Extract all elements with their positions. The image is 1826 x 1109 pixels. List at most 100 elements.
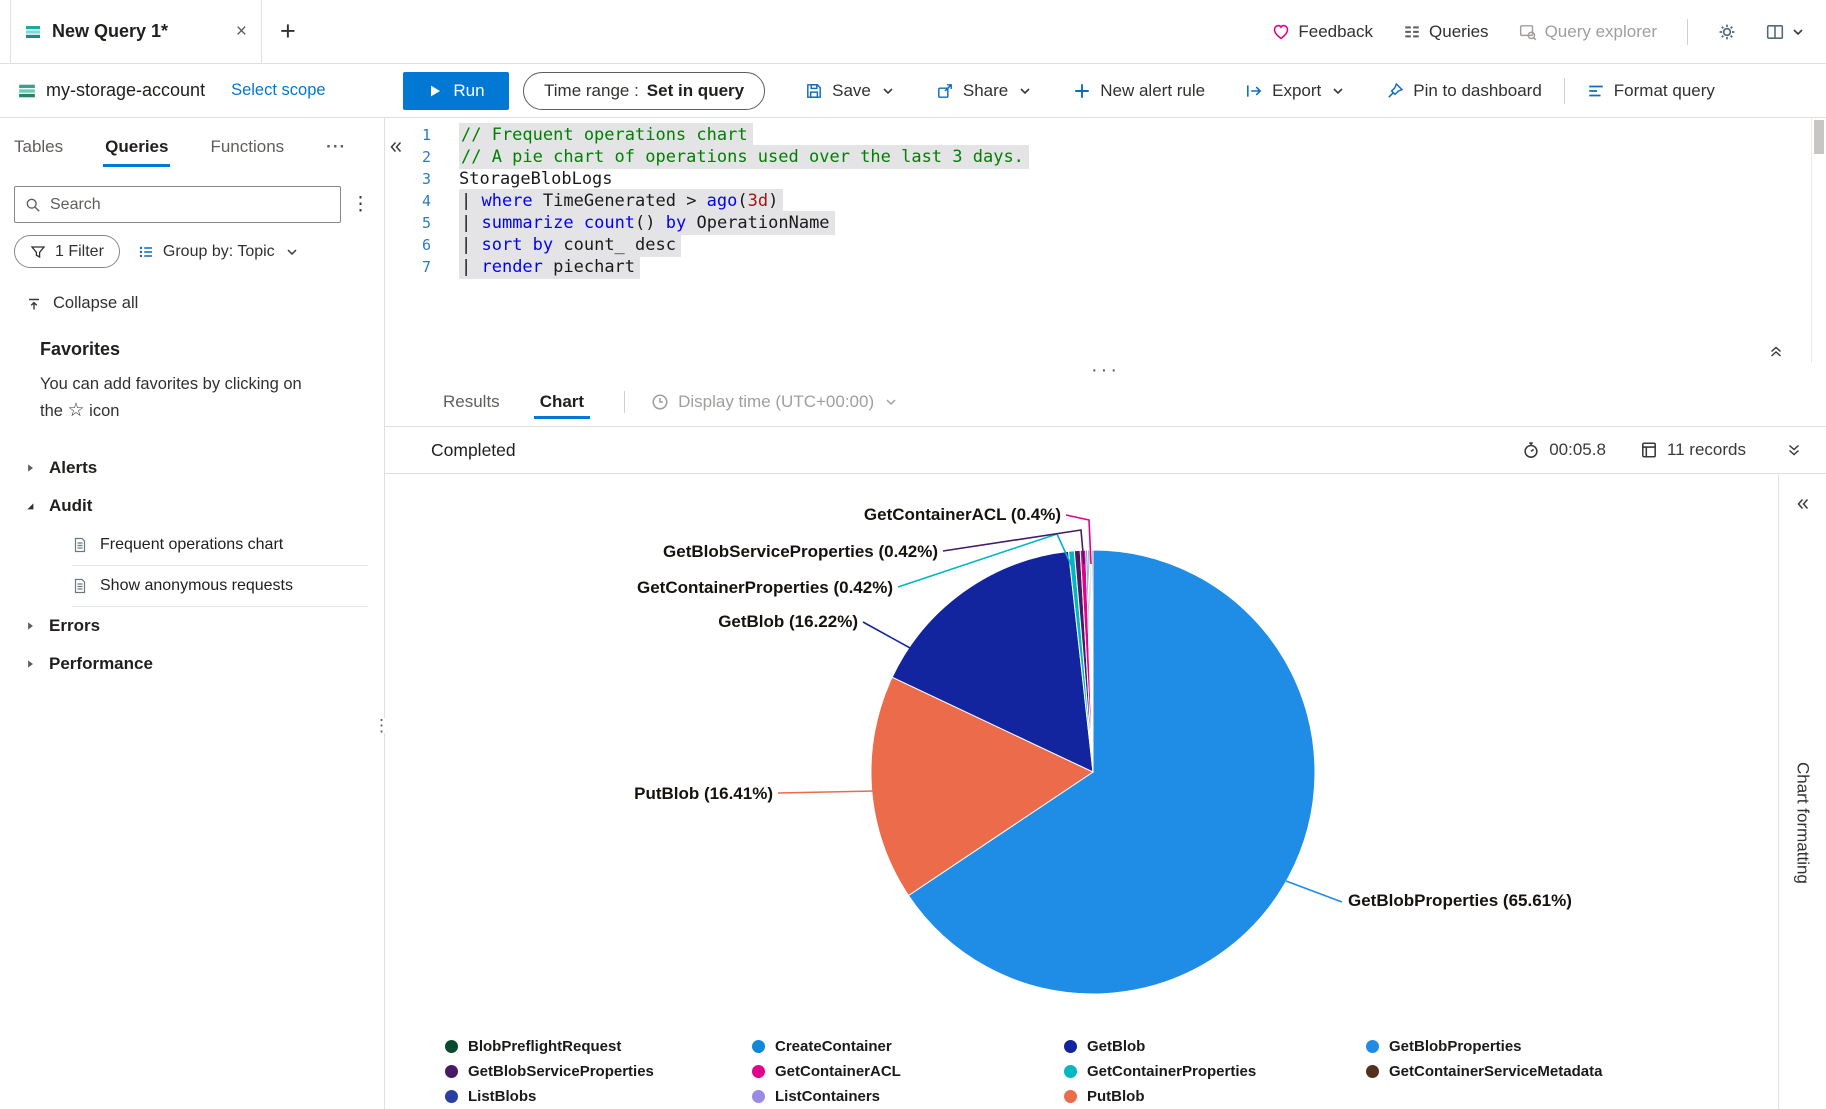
- new-alert-rule-button[interactable]: New alert rule: [1073, 81, 1205, 101]
- time-range-picker[interactable]: Time range : Set in query: [523, 71, 766, 110]
- gear-icon[interactable]: [1718, 23, 1736, 41]
- new-alert-rule-label: New alert rule: [1100, 80, 1206, 100]
- legend-label: BlobPreflightRequest: [468, 1038, 622, 1055]
- group-by-icon: [139, 246, 152, 257]
- save-button[interactable]: Save: [805, 81, 896, 101]
- legend-label: GetContainerACL: [775, 1063, 901, 1080]
- legend-item-CreateContainer[interactable]: CreateContainer: [752, 1034, 901, 1059]
- new-tab-button[interactable]: +: [280, 16, 296, 47]
- tab-bar: New Query 1* × + Feedback Queries Query …: [0, 0, 1826, 64]
- search-box[interactable]: [14, 186, 341, 223]
- chart-formatting-label[interactable]: Chart formatting: [1793, 762, 1813, 884]
- run-button[interactable]: Run: [403, 71, 509, 110]
- expand-chart-formatting-icon[interactable]: [1795, 496, 1811, 512]
- pie-label-GetContainerACL: GetContainerACL (0.4%): [864, 505, 1061, 524]
- query-tree: Alerts Audit Frequent operations chart Show…: [0, 449, 384, 683]
- export-button[interactable]: Export: [1245, 81, 1346, 101]
- group-by-label: Group by: Topic: [162, 242, 275, 260]
- legend-label: CreateContainer: [775, 1038, 892, 1055]
- sidebar-group-alerts[interactable]: Alerts: [0, 449, 384, 487]
- feedback-label: Feedback: [1298, 21, 1374, 41]
- select-scope-link[interactable]: Select scope: [231, 81, 325, 100]
- caret-collapsed-icon: [28, 464, 33, 472]
- query-item[interactable]: Show anonymous requests: [72, 566, 368, 608]
- collapse-editor-button[interactable]: [1768, 343, 1784, 359]
- double-chevron-down-icon: [1789, 444, 1799, 456]
- search-icon: [26, 198, 40, 212]
- legend-label: GetContainerServiceMetadata: [1389, 1063, 1603, 1080]
- feedback-button[interactable]: Feedback: [1272, 22, 1373, 42]
- queries-icon: [1405, 25, 1419, 37]
- sidebar-tab-queries[interactable]: Queries: [103, 118, 171, 176]
- share-button[interactable]: Share: [936, 81, 1033, 101]
- scrollbar-thumb[interactable]: [1814, 120, 1824, 154]
- legend-item-GetContainerACL[interactable]: GetContainerACL: [752, 1059, 901, 1084]
- legend-item-GetBlobServiceProperties[interactable]: GetBlobServiceProperties: [445, 1059, 654, 1084]
- legend-label: GetBlobProperties: [1389, 1038, 1522, 1055]
- collapse-all-label: Collapse all: [53, 294, 139, 312]
- search-input[interactable]: [50, 195, 330, 214]
- search-row: ⋮: [14, 186, 370, 223]
- sidebar-tab-tables[interactable]: Tables: [14, 118, 63, 176]
- sidebar-tab-functions[interactable]: Functions: [210, 118, 284, 176]
- favorites-hint: You can add favorites by clicking on the…: [40, 375, 302, 421]
- document-icon: [74, 579, 86, 594]
- legend-dot: [752, 1090, 765, 1103]
- filter-pill[interactable]: 1 Filter: [14, 235, 120, 268]
- display-time-label: Display time (UTC+00:00): [678, 391, 875, 411]
- filter-pill-label: 1 Filter: [55, 242, 104, 260]
- sidebar-group-performance[interactable]: Performance: [0, 645, 384, 683]
- queries-button[interactable]: Queries: [1403, 22, 1489, 42]
- pin-to-dashboard-button[interactable]: Pin to dashboard: [1386, 81, 1542, 101]
- heart-icon: [1274, 24, 1289, 39]
- legend-item-ListBlobs[interactable]: ListBlobs: [445, 1084, 654, 1109]
- sidebar-group-audit[interactable]: Audit: [0, 487, 384, 525]
- legend-dot: [752, 1065, 765, 1078]
- legend-dot: [445, 1040, 458, 1053]
- pie-leader-line-PutBlob: [777, 790, 876, 794]
- pie-label-GetBlobServiceProperties: GetBlobServiceProperties (0.42%): [663, 542, 938, 561]
- tab-results[interactable]: Results: [443, 377, 500, 426]
- sidebar-group-errors[interactable]: Errors: [0, 607, 384, 645]
- chart-legend: BlobPreflightRequest GetBlobServiceProper…: [385, 1026, 1778, 1109]
- query-tab[interactable]: New Query 1* ×: [10, 0, 262, 63]
- collapse-all-button[interactable]: Collapse all: [26, 294, 384, 313]
- group-label: Errors: [49, 616, 101, 636]
- tab-chart[interactable]: Chart: [533, 377, 591, 426]
- code-line: // Frequent operations chart: [459, 123, 1826, 147]
- legend-label: GetBlobServiceProperties: [468, 1063, 654, 1080]
- line-number: 2: [421, 148, 431, 166]
- legend-item-PutBlob[interactable]: PutBlob: [1064, 1084, 1256, 1109]
- divider: [624, 390, 626, 413]
- code-line: | where TimeGenerated > ago(3d): [459, 189, 1826, 213]
- display-time-dropdown[interactable]: Display time (UTC+00:00): [651, 392, 899, 412]
- pie-label-GetBlob: GetBlob (16.22%): [718, 612, 858, 631]
- close-tab-icon[interactable]: ×: [236, 22, 247, 41]
- query-editor[interactable]: 1 2 3 4 5 6 7 // Frequent operations chart// A…: [385, 118, 1826, 363]
- splitter-handle[interactable]: ···: [385, 360, 1826, 380]
- search-options-icon[interactable]: ⋮: [351, 195, 370, 214]
- layout-button[interactable]: [1766, 23, 1806, 41]
- time-range-label: Time range :: [544, 80, 639, 100]
- collapse-results-button[interactable]: [1786, 442, 1802, 458]
- legend-item-GetBlob[interactable]: GetBlob: [1064, 1034, 1256, 1059]
- legend-item-GetBlobProperties[interactable]: GetBlobProperties: [1366, 1034, 1602, 1059]
- code-line: | sort by count_ desc: [459, 233, 1826, 257]
- query-item[interactable]: Frequent operations chart: [72, 525, 368, 567]
- legend-column: GetBlob GetContainerProperties PutBlob: [1064, 1034, 1256, 1109]
- editor-scrollbar[interactable]: [1811, 118, 1826, 363]
- records-icon: [1641, 442, 1656, 458]
- legend-item-BlobPreflightRequest[interactable]: BlobPreflightRequest: [445, 1034, 654, 1059]
- legend-item-GetContainerProperties[interactable]: GetContainerProperties: [1064, 1059, 1256, 1084]
- chevron-down-icon: [883, 87, 893, 94]
- more-tabs-icon[interactable]: ···: [326, 137, 346, 157]
- group-by-dropdown[interactable]: Group by: Topic: [138, 243, 300, 261]
- format-query-button[interactable]: Format query: [1587, 81, 1715, 101]
- query-explorer-button[interactable]: Query explorer: [1519, 22, 1657, 42]
- scope-section: my-storage-account Select scope: [0, 80, 385, 101]
- legend-dot: [445, 1090, 458, 1103]
- code-area[interactable]: // Frequent operations chart// A pie cha…: [449, 118, 1826, 363]
- legend-item-ListContainers[interactable]: ListContainers: [752, 1084, 901, 1109]
- legend-item-GetContainerServiceMetadata[interactable]: GetContainerServiceMetadata: [1366, 1059, 1602, 1084]
- chevron-down-icon: [1793, 28, 1803, 35]
